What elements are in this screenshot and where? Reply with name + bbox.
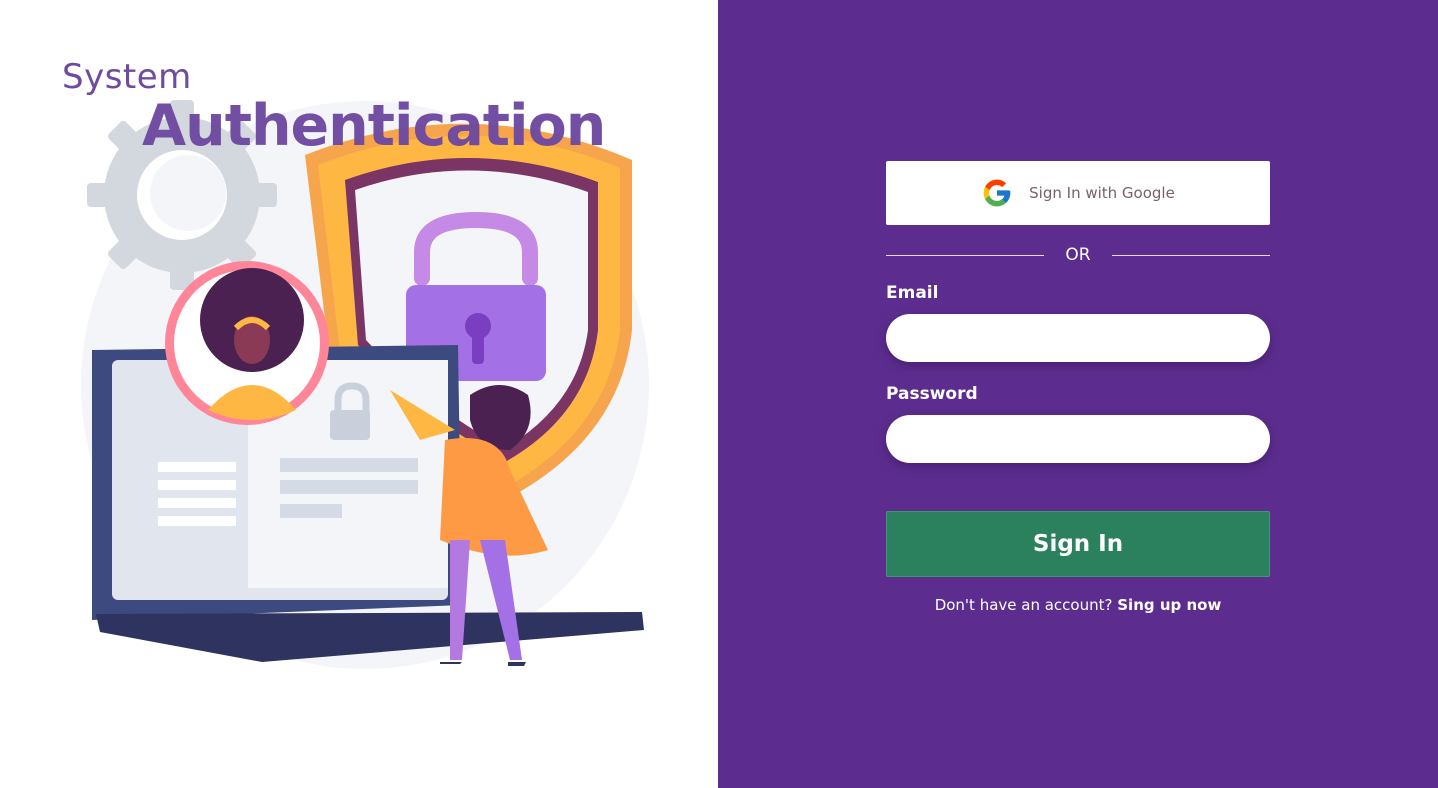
google-signin-label: Sign In with Google bbox=[1029, 184, 1175, 202]
avatar-icon bbox=[165, 261, 329, 425]
password-label: Password bbox=[886, 384, 978, 404]
divider-line-left bbox=[886, 254, 1044, 256]
google-logo-icon bbox=[983, 179, 1011, 207]
email-field[interactable] bbox=[886, 314, 1270, 362]
hero-title-small: System bbox=[62, 57, 192, 97]
or-text: OR bbox=[1065, 245, 1091, 265]
login-page: System Authentication Sign In with Googl… bbox=[0, 0, 1438, 788]
password-field[interactable] bbox=[886, 415, 1270, 463]
signin-button[interactable]: Sign In bbox=[886, 511, 1270, 577]
divider-line-right bbox=[1111, 254, 1270, 256]
login-panel: Sign In with Google OR Email Password Si… bbox=[718, 0, 1438, 788]
email-label: Email bbox=[886, 283, 939, 303]
signup-prompt-row: Don't have an account? Sing up now bbox=[886, 596, 1270, 614]
signup-prompt-text: Don't have an account? bbox=[934, 596, 1113, 614]
hero-title-big: Authentication bbox=[142, 93, 606, 159]
or-divider: OR bbox=[886, 225, 1270, 285]
google-signin-button[interactable]: Sign In with Google bbox=[886, 161, 1270, 225]
signup-link[interactable]: Sing up now bbox=[1117, 596, 1221, 614]
login-form: Sign In with Google OR Email Password Si… bbox=[886, 161, 1270, 614]
hero-panel: System Authentication bbox=[0, 0, 718, 788]
